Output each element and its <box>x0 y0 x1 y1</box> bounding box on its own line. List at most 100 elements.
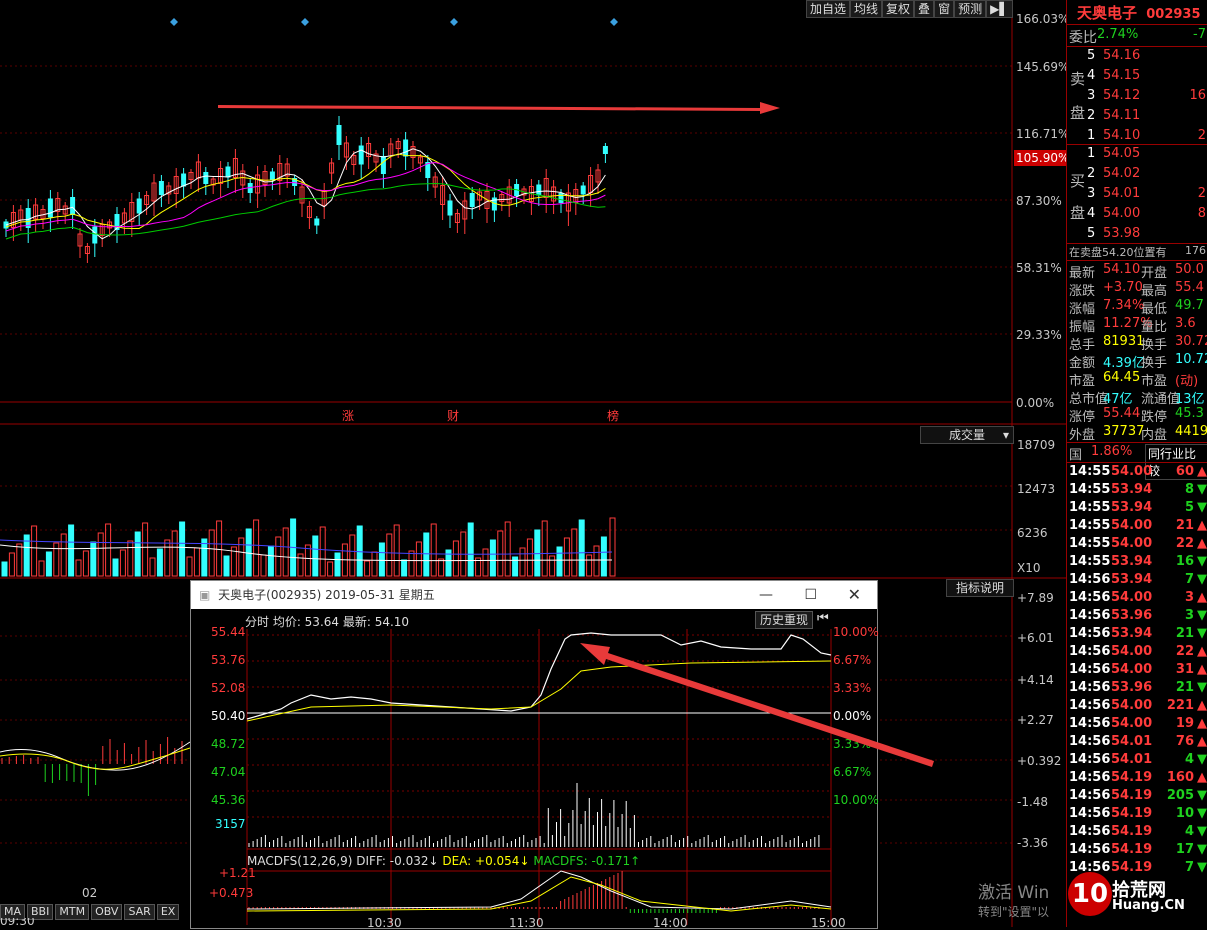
candle <box>388 138 394 168</box>
buy-price: 54.01 <box>1103 186 1141 201</box>
order-book-row[interactable]: 涨幅 7.34% 最低 49.7 <box>1067 298 1207 317</box>
order-book-row[interactable]: 4 54.00 8 <box>1067 206 1207 224</box>
candle <box>247 179 253 203</box>
sell-volume: 16 <box>1189 88 1206 103</box>
candle <box>218 161 224 197</box>
maximize-icon[interactable]: ☐ <box>804 581 817 609</box>
order-book-row[interactable]: 3 54.01 2 <box>1067 186 1207 204</box>
intraday-popup-window[interactable]: ▣ 天奥电子(002935) 2019-05-31 星期五 — ☐ ✕ 分时 均… <box>190 580 879 930</box>
order-book-row[interactable]: 2 54.11 <box>1067 108 1207 126</box>
order-book-row[interactable]: 涨跌 +3.70 最高 55.4 <box>1067 280 1207 299</box>
event-marker-cai[interactable]: 财 <box>447 407 459 424</box>
order-book-row[interactable]: 4 54.15 <box>1067 68 1207 86</box>
order-book-row[interactable]: 5 53.98 <box>1067 226 1207 244</box>
volume-bar <box>68 524 75 577</box>
tick-row[interactable]: 14:56 53.94 21 ▼ <box>1067 626 1207 644</box>
watermark-settings: 转到"设置"以 <box>978 905 1050 919</box>
volume-label-button[interactable]: 成交量 ▾ <box>920 426 1014 444</box>
arrow-down-icon: ▼ <box>1197 752 1207 767</box>
volume-bar <box>156 548 163 577</box>
add-favorite-button[interactable]: 加自选 <box>806 0 851 18</box>
tick-row[interactable]: 14:56 54.00 22 ▲ <box>1067 644 1207 662</box>
tick-row[interactable]: 14:56 54.19 17 ▼ <box>1067 842 1207 860</box>
buy-price: 54.05 <box>1103 146 1141 161</box>
popup-titlebar[interactable]: ▣ 天奥电子(002935) 2019-05-31 星期五 — ☐ ✕ <box>191 581 877 609</box>
tick-row[interactable]: 14:55 53.94 16 ▼ <box>1067 554 1207 572</box>
tick-row[interactable]: 14:56 54.00 31 ▲ <box>1067 662 1207 680</box>
tick-row[interactable]: 14:56 54.19 205 ▼ <box>1067 788 1207 806</box>
tick-row[interactable]: 14:56 53.94 7 ▼ <box>1067 572 1207 590</box>
order-book-row[interactable]: 振幅 11.27% 量比 3.6 <box>1067 316 1207 335</box>
y-tick: 87.30% <box>1016 194 1062 208</box>
event-marker-bang[interactable]: 榜 <box>607 407 619 424</box>
order-book-row[interactable]: 外盘 37737 内盘 4419 <box>1067 424 1207 443</box>
candle <box>602 143 608 163</box>
arrow-down-icon: ▼ <box>1197 806 1207 821</box>
popup-pct-tick: 0.00% <box>833 709 872 723</box>
event-marker-zhang[interactable]: 涨 <box>342 407 354 424</box>
tick-row[interactable]: 14:55 54.00 21 ▲ <box>1067 518 1207 536</box>
window-app-icon: ▣ <box>199 588 211 602</box>
tick-row[interactable]: 14:56 54.00 3 ▲ <box>1067 590 1207 608</box>
quote-panel: 天奥电子 002935 委比 2.74% -7 卖 盘 5 54.16 4 54.15… <box>1066 0 1207 927</box>
adjust-price-button[interactable]: 复权 <box>882 0 915 18</box>
volume-bar <box>609 517 616 577</box>
volume-bar <box>549 555 556 577</box>
tick-price: 54.19 <box>1111 860 1153 875</box>
order-book-row[interactable]: 1 54.05 <box>1067 146 1207 164</box>
minimize-icon[interactable]: — <box>759 581 773 609</box>
quote-value: 55.4 <box>1175 280 1204 295</box>
tick-row[interactable]: 14:55 54.00 60 ▲ <box>1067 464 1207 482</box>
volume-bar <box>112 558 119 577</box>
tick-row[interactable]: 14:56 54.00 221 ▲ <box>1067 698 1207 716</box>
window-button[interactable]: 窗 <box>934 0 955 18</box>
sell-price: 54.12 <box>1103 88 1141 103</box>
tick-row[interactable]: 14:56 54.01 76 ▲ <box>1067 734 1207 752</box>
forecast-button[interactable]: 预测 <box>954 0 987 18</box>
order-book-row[interactable]: 涨停 55.44 跌停 45.3 <box>1067 406 1207 425</box>
tick-row[interactable]: 14:56 53.96 3 ▼ <box>1067 608 1207 626</box>
tick-volume: 19 <box>1175 716 1194 731</box>
tick-price: 54.00 <box>1111 464 1153 479</box>
overlay-button[interactable]: 叠 <box>914 0 935 18</box>
order-book-row[interactable]: 最新 54.10 开盘 50.0 <box>1067 262 1207 281</box>
sell-volume: 2 <box>1197 128 1206 143</box>
tick-row[interactable]: 14:56 54.19 160 ▲ <box>1067 770 1207 788</box>
volume-bar <box>482 548 489 577</box>
tick-row[interactable]: 14:56 54.01 4 ▼ <box>1067 752 1207 770</box>
tick-time: 14:56 <box>1069 698 1111 713</box>
tick-row[interactable]: 14:55 54.00 22 ▲ <box>1067 536 1207 554</box>
order-book-row[interactable]: 3 54.12 16 <box>1067 88 1207 106</box>
tick-row[interactable]: 14:56 54.00 19 ▲ <box>1067 716 1207 734</box>
order-book-row[interactable]: 总市值 47亿 流通值 13亿 <box>1067 388 1207 407</box>
tick-row[interactable]: 14:56 53.96 21 ▼ <box>1067 680 1207 698</box>
tick-row[interactable]: 14:55 53.94 5 ▼ <box>1067 500 1207 518</box>
candle <box>528 179 534 215</box>
tick-price: 54.00 <box>1111 536 1153 551</box>
tick-row[interactable]: 14:56 54.19 10 ▼ <box>1067 806 1207 824</box>
tick-volume: 17 <box>1175 842 1194 857</box>
candle <box>292 175 298 195</box>
volume-bar <box>489 539 496 577</box>
order-book-row[interactable]: 总手 81931换手 30.72 <box>1067 334 1207 353</box>
tick-row[interactable]: 14:55 53.94 8 ▼ <box>1067 482 1207 500</box>
order-book-row[interactable]: 市盈 64.45 市盈 (动) <box>1067 370 1207 389</box>
indicator-help-button[interactable]: 指标说明 <box>946 579 1014 597</box>
collapse-panel-button[interactable]: ▶▌ <box>986 0 1013 18</box>
arrow-down-icon: ▼ <box>1197 860 1207 875</box>
vol-unit: X10 <box>1017 561 1041 575</box>
quote-key: 最低 <box>1141 302 1168 317</box>
moving-average-button[interactable]: 均线 <box>850 0 883 18</box>
time-label: 14:00 <box>653 916 688 930</box>
candle <box>358 137 364 179</box>
order-book-row[interactable]: 5 54.16 <box>1067 48 1207 66</box>
volume-label: 成交量 <box>949 428 986 442</box>
quote-key: 内盘 <box>1141 428 1168 443</box>
candle <box>84 243 90 263</box>
order-book-row[interactable]: 2 54.02 <box>1067 166 1207 184</box>
tick-row[interactable]: 14:56 54.19 4 ▼ <box>1067 824 1207 842</box>
close-icon[interactable]: ✕ <box>848 581 861 609</box>
popup-intraday-chart[interactable] <box>191 609 877 928</box>
quote-key: 市盈 <box>1069 374 1096 389</box>
order-book-row[interactable]: 金额 4.39亿换手 10.72 <box>1067 352 1207 371</box>
